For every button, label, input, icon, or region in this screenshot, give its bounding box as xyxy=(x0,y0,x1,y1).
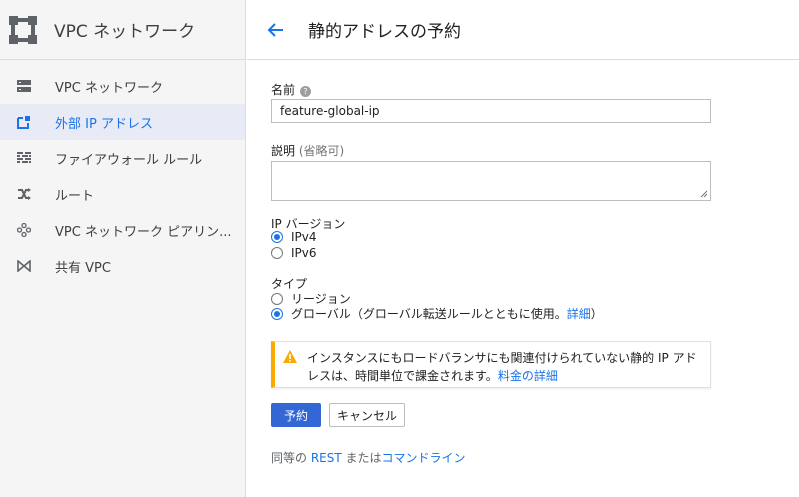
sidebar-item-label: ファイアウォール ルール xyxy=(55,152,203,168)
help-icon[interactable]: ? xyxy=(300,86,312,97)
external-ip-icon xyxy=(17,115,31,129)
name-field-label: 名前? xyxy=(271,81,312,98)
cancel-button[interactable]: キャンセル xyxy=(329,403,405,427)
name-input[interactable] xyxy=(271,99,711,123)
sidebar-nav: VPC ネットワーク 外部 IP アドレス ファイアウォール ルール ルート V… xyxy=(0,60,245,284)
reserve-button[interactable]: 予約 xyxy=(271,403,321,427)
radio-label: グローバル（グローバル転送ルールとともに使用。 xyxy=(291,307,567,321)
warning-icon xyxy=(283,350,297,363)
firewall-icon xyxy=(17,151,31,165)
warning-message: インスタンスにもロードバランサにも関連付けられていない静的 IP アドレスは、時… xyxy=(307,349,707,385)
radio-label: IPv4 xyxy=(291,230,317,244)
sidebar-item-label: 共有 VPC xyxy=(55,260,111,276)
sidebar-item-label: 外部 IP アドレス xyxy=(55,116,153,132)
sidebar-item-vpc-networks[interactable]: VPC ネットワーク xyxy=(0,68,245,104)
main-content: 静的アドレスの予約 名前? 説明 (省略可) IP バージョン IPv4 IPv… xyxy=(247,0,799,497)
optional-hint: (省略可) xyxy=(298,144,345,158)
equivalent-links: 同等の REST またはコマンドライン xyxy=(271,449,466,466)
app-title: VPC ネットワーク xyxy=(54,22,196,42)
vpc-network-logo-icon xyxy=(9,15,37,44)
sidebar-item-label: VPC ネットワーク ピアリン... xyxy=(55,224,232,240)
name-label-text: 名前 xyxy=(271,83,296,97)
command-line-link[interactable]: コマンドライン xyxy=(382,451,466,465)
vpc-network-icon xyxy=(17,79,31,93)
radio-button-selected[interactable] xyxy=(271,307,283,320)
shared-vpc-icon xyxy=(17,259,31,273)
learn-more-link[interactable]: 詳細 xyxy=(567,305,591,322)
radio-ipv6[interactable]: IPv6 xyxy=(271,246,317,260)
sidebar-item-shared-vpc[interactable]: 共有 VPC xyxy=(0,248,245,284)
sidebar-item-routes[interactable]: ルート xyxy=(0,176,245,212)
sidebar: VPC ネットワーク VPC ネットワーク 外部 IP アドレス ファイアウォー… xyxy=(0,0,246,497)
resize-grip-icon[interactable] xyxy=(700,190,708,198)
radio-button-selected[interactable] xyxy=(271,231,283,243)
footer-prefix: 同等の xyxy=(271,451,311,465)
sidebar-item-external-ip[interactable]: 外部 IP アドレス xyxy=(0,104,245,140)
radio-button[interactable] xyxy=(271,247,283,259)
radio-button[interactable] xyxy=(271,292,283,305)
sidebar-item-peering[interactable]: VPC ネットワーク ピアリン... xyxy=(0,212,245,248)
page-title: 静的アドレスの予約 xyxy=(308,22,461,42)
pricing-details-link[interactable]: 料金の詳細 xyxy=(498,369,558,383)
back-arrow-icon[interactable] xyxy=(266,20,286,40)
routes-icon xyxy=(17,187,31,201)
sidebar-item-firewall[interactable]: ファイアウォール ルール xyxy=(0,140,245,176)
billing-warning-banner: インスタンスにもロードバランサにも関連付けられていない静的 IP アドレスは、時… xyxy=(271,341,711,388)
sidebar-item-label: ルート xyxy=(55,188,95,204)
radio-global[interactable]: グローバル（グローバル転送ルールとともに使用。 詳細） xyxy=(271,305,603,322)
description-textarea[interactable] xyxy=(271,161,711,201)
page-header: 静的アドレスの予約 xyxy=(247,0,799,60)
description-label-text: 説明 xyxy=(271,144,296,158)
footer-middle: または xyxy=(341,451,382,465)
sidebar-item-label: VPC ネットワーク xyxy=(55,80,163,96)
sidebar-header: VPC ネットワーク xyxy=(0,0,245,60)
radio-label-suffix: ） xyxy=(590,307,603,321)
peering-icon xyxy=(17,223,31,237)
rest-link[interactable]: REST xyxy=(311,451,342,465)
description-field-label: 説明 (省略可) xyxy=(271,142,344,159)
radio-label: IPv6 xyxy=(291,246,317,260)
radio-ipv4[interactable]: IPv4 xyxy=(271,230,317,244)
